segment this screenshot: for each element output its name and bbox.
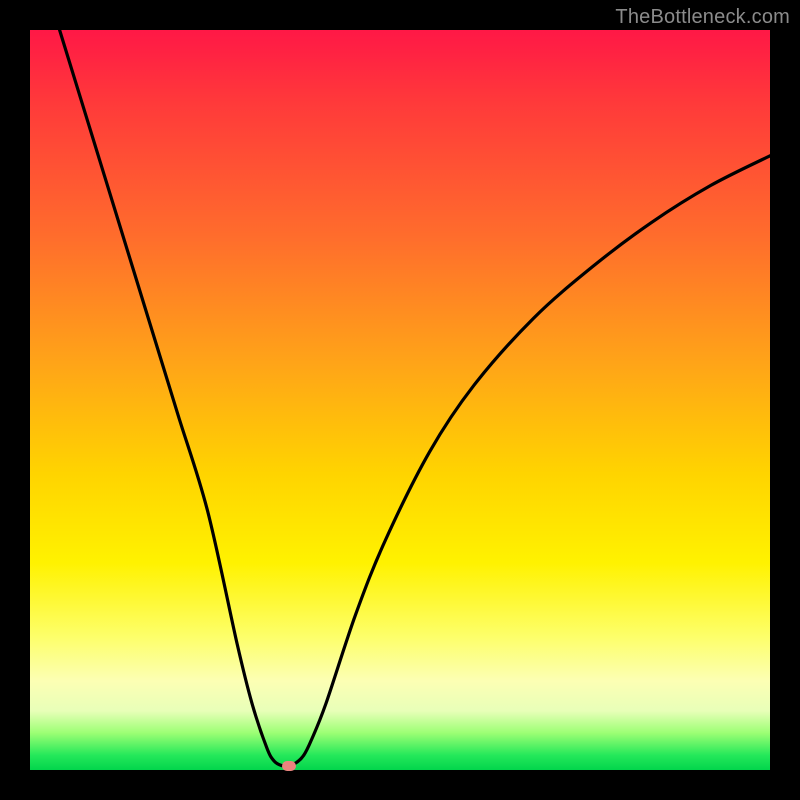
curve-svg — [30, 30, 770, 770]
chart-frame: TheBottleneck.com — [0, 0, 800, 800]
optimum-marker — [282, 761, 296, 771]
bottleneck-curve — [60, 30, 770, 766]
watermark-text: TheBottleneck.com — [615, 6, 790, 29]
plot-area — [30, 30, 770, 770]
